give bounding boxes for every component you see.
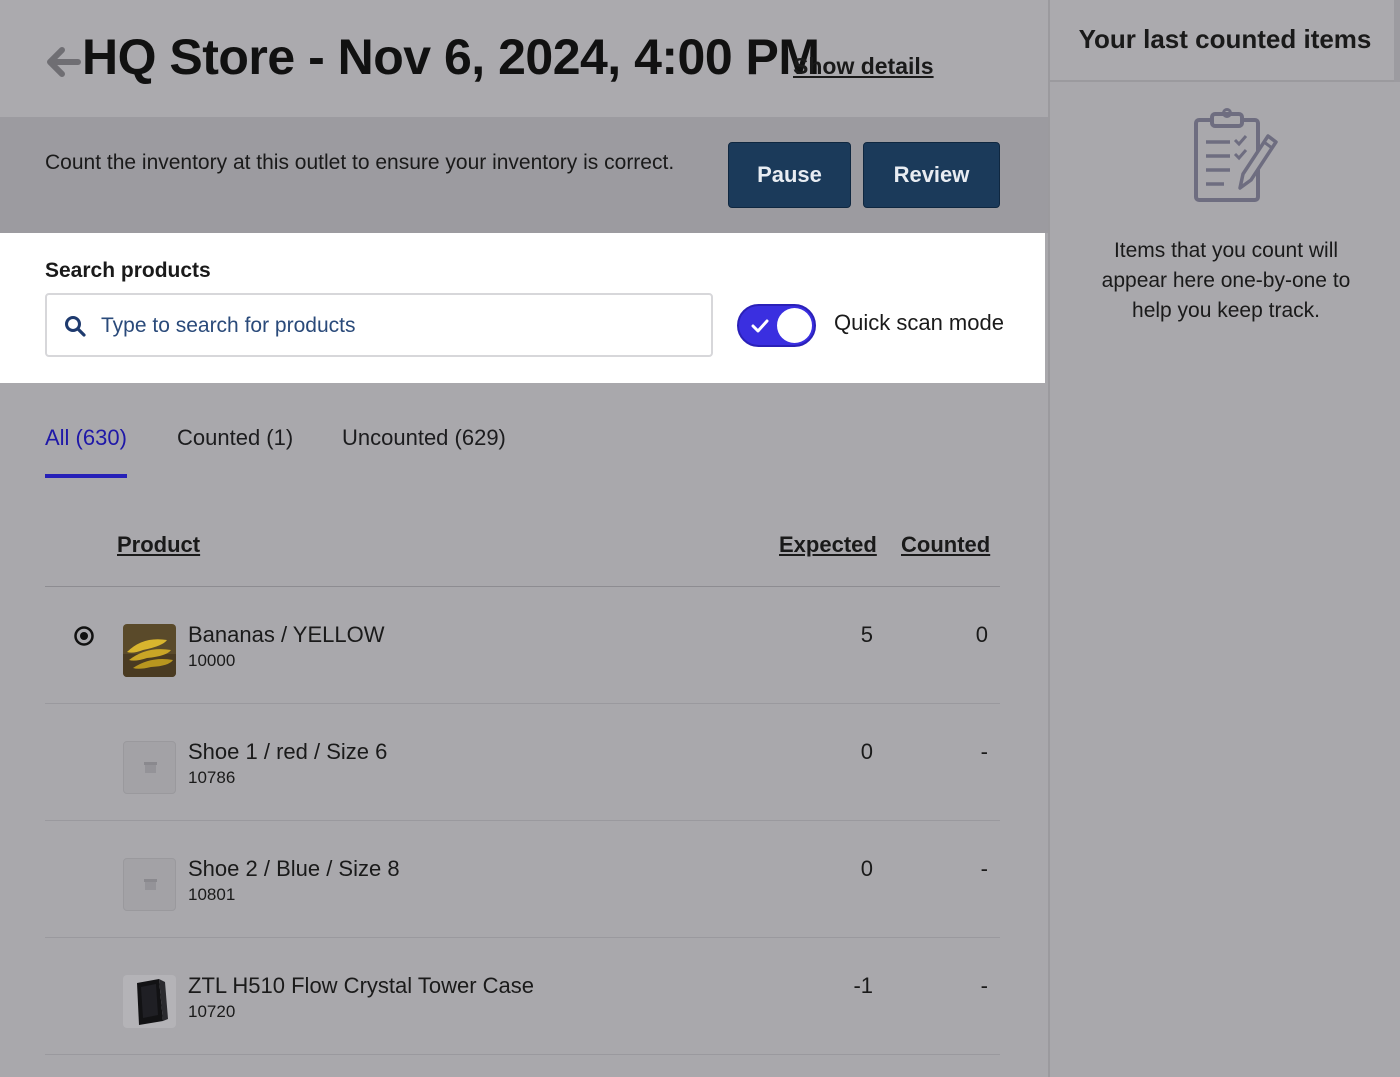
product-sku: 10801	[188, 885, 236, 904]
product-sku: 10000	[188, 651, 236, 670]
table-row[interactable]: Bananas / YELLOW 10000 5 0	[45, 587, 1000, 704]
counted-value: 0	[975, 622, 988, 647]
search-panel: Search products Quick scan mode	[0, 233, 1045, 383]
sidebar-empty-message: Items that you count will appear here on…	[1101, 239, 1351, 322]
product-sku: 10786	[188, 768, 236, 787]
search-icon	[65, 316, 86, 337]
show-details-link[interactable]: Show details	[793, 53, 934, 80]
table-row[interactable]: Shoe 2 / Blue / Size 8 10801 0 -	[45, 821, 1000, 938]
pause-button[interactable]: Pause	[728, 142, 851, 208]
tab-uncounted[interactable]: Uncounted (629)	[342, 425, 506, 478]
table-header: Product Expected Counted	[45, 530, 1000, 587]
tab-counted[interactable]: Counted (1)	[177, 425, 293, 478]
product-name: ZTL H510 Flow Crystal Tower Case	[188, 973, 534, 998]
search-box[interactable]	[45, 293, 713, 357]
banner-text: Count the inventory at this outlet to en…	[45, 151, 675, 174]
toggle-knob	[777, 308, 812, 343]
expected-value: 0	[860, 739, 873, 764]
image-placeholder-icon	[144, 762, 157, 773]
table-row[interactable]: Shoe 1 / red / Size 6 10786 0 -	[45, 704, 1000, 821]
back-arrow-icon[interactable]	[44, 40, 84, 84]
image-placeholder-icon	[144, 879, 157, 890]
page-title: HQ Store - Nov 6, 2024, 4:00 PM	[82, 29, 820, 85]
bananas-image	[123, 624, 176, 677]
sidebar-title: Your last counted items	[1078, 24, 1372, 54]
check-icon	[751, 319, 769, 333]
counted-column-header[interactable]: Counted	[901, 532, 990, 558]
clipboard-check-icon	[1194, 108, 1278, 202]
quick-scan-label: Quick scan mode	[834, 310, 1004, 335]
sidebar-header: Your last counted items	[1050, 0, 1400, 82]
product-name: Bananas / YELLOW	[188, 622, 385, 647]
search-label: Search products	[45, 259, 211, 282]
expected-value: 5	[860, 622, 873, 647]
tower-case-image	[123, 975, 176, 1028]
product-name: Shoe 2 / Blue / Size 8	[188, 856, 400, 881]
table-row[interactable]: ZTL H510 Flow Crystal Tower Case 10720 -…	[45, 938, 1000, 1055]
counted-value: -	[980, 739, 988, 764]
last-counted-sidebar: Your last counted items Items that you c…	[1048, 0, 1400, 1077]
counted-value: -	[980, 856, 988, 881]
selected-radio-icon	[74, 626, 94, 646]
main-panel: HQ Store - Nov 6, 2024, 4:00 PM Show det…	[0, 0, 1048, 1077]
page-header: HQ Store - Nov 6, 2024, 4:00 PM Show det…	[0, 0, 1048, 117]
placeholder-image	[123, 858, 176, 911]
product-name: Shoe 1 / red / Size 6	[188, 739, 388, 764]
expected-value: -1	[853, 973, 873, 998]
sidebar-scrollbar[interactable]	[1394, 0, 1400, 82]
quick-scan-toggle[interactable]	[737, 304, 816, 347]
search-input[interactable]	[101, 309, 691, 343]
expected-column-header[interactable]: Expected	[779, 532, 877, 558]
counted-value: -	[980, 973, 988, 998]
expected-value: 0	[860, 856, 873, 881]
product-sku: 10720	[188, 1002, 236, 1021]
tab-all[interactable]: All (630)	[45, 425, 127, 478]
product-column-header[interactable]: Product	[117, 532, 200, 558]
placeholder-image	[123, 741, 176, 794]
info-banner: Count the inventory at this outlet to en…	[0, 117, 1048, 233]
review-button[interactable]: Review	[863, 142, 1000, 208]
stock-count-page: HQ Store - Nov 6, 2024, 4:00 PM Show det…	[0, 0, 1400, 1077]
